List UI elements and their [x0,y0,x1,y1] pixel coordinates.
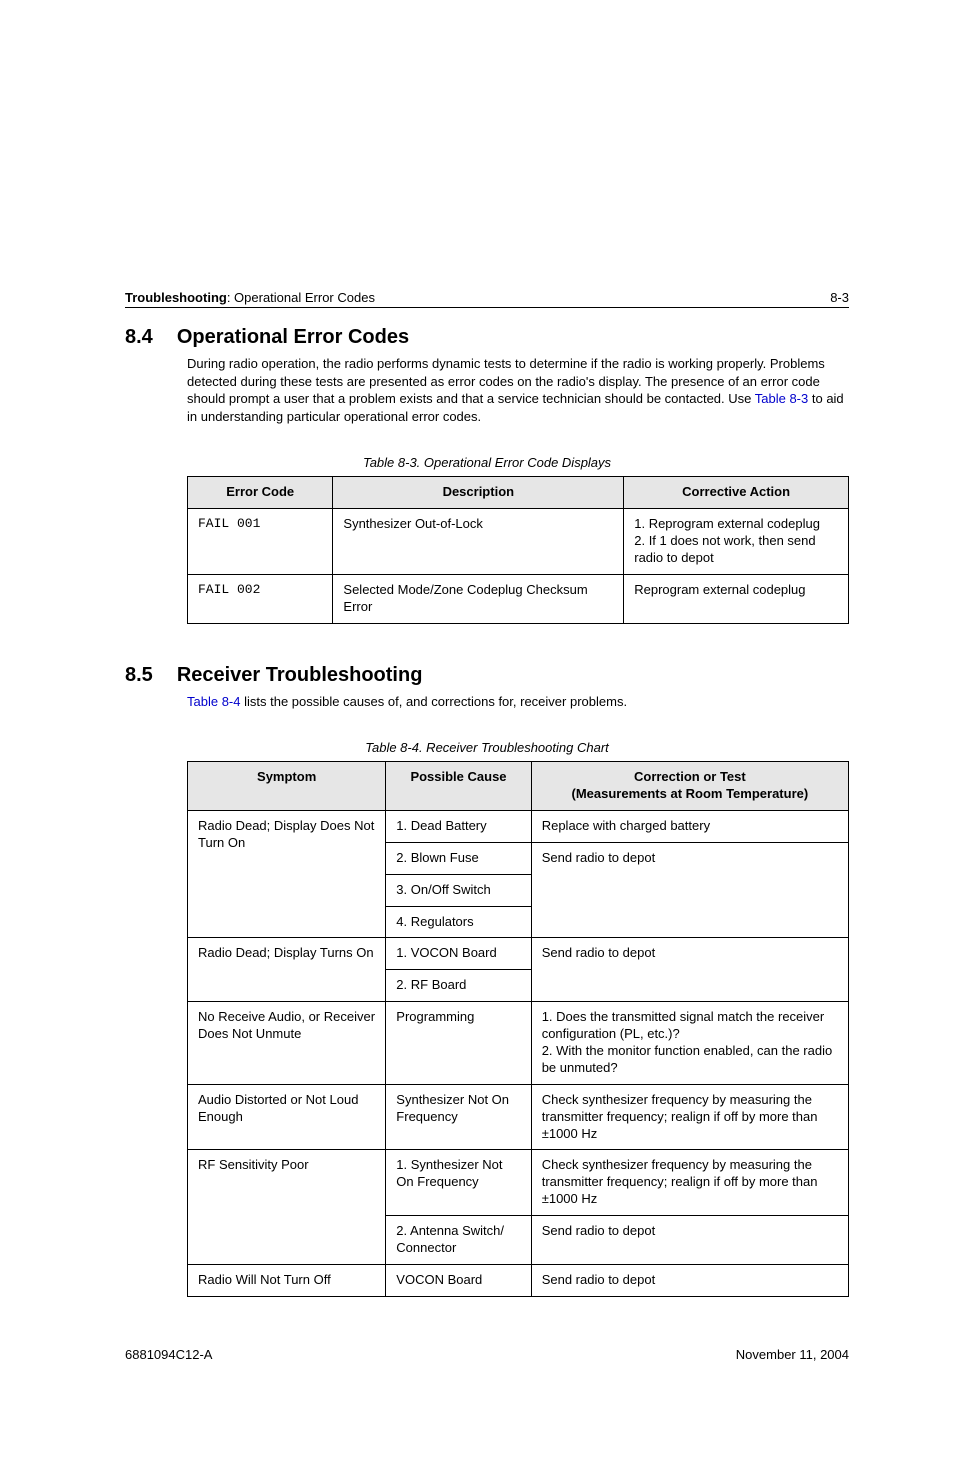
cell-action: Reprogram external codeplug [624,574,849,623]
cell-description: Selected Mode/Zone Codeplug Checksum Err… [333,574,624,623]
header-left-rest: : Operational Error Codes [227,290,375,305]
cell-symptom: Radio Dead; Display Does Not Turn On [188,810,386,938]
cell-symptom: RF Sensitivity Poor [188,1150,386,1264]
section-heading-8-4: 8.4 Operational Error Codes [125,326,849,349]
cell-cause: 4. Regulators [386,906,531,938]
table-8-4: Symptom Possible Cause Correction or Tes… [187,761,849,1297]
th-possible-cause: Possible Cause [386,762,531,811]
cell-action: 1. Reprogram external codeplug 2. If 1 d… [624,509,849,575]
table-row: FAIL 002 Selected Mode/Zone Codeplug Che… [188,574,849,623]
cell-cause: 3. On/Off Switch [386,874,531,906]
para-post: lists the possible causes of, and correc… [240,694,627,709]
page: Troubleshooting: Operational Error Codes… [0,0,954,1422]
table-header-row: Error Code Description Corrective Action [188,477,849,509]
table-row: Radio Dead; Display Does Not Turn On 1. … [188,810,849,842]
cell-cause: Programming [386,1002,531,1085]
running-header: Troubleshooting: Operational Error Codes… [125,290,849,308]
section-8-5: 8.5 Receiver Troubleshooting Table 8-4 l… [125,664,849,1297]
cell-error-code: FAIL 002 [188,574,333,623]
header-left-bold: Troubleshooting [125,290,227,305]
section-heading-8-5: 8.5 Receiver Troubleshooting [125,664,849,687]
cell-correction: Send radio to depot [531,1216,848,1265]
th-description: Description [333,477,624,509]
cell-symptom: Radio Will Not Turn Off [188,1264,386,1296]
cell-correction: 1. Does the transmitted signal match the… [531,1002,848,1085]
para-pre: During radio operation, the radio perfor… [187,356,825,406]
th-corrective-action: Corrective Action [624,477,849,509]
cell-cause: 2. Blown Fuse [386,842,531,874]
cell-cause: 2. RF Board [386,970,531,1002]
th-error-code: Error Code [188,477,333,509]
page-footer: 6881094C12-A November 11, 2004 [125,1347,849,1362]
table-row: FAIL 001 Synthesizer Out-of-Lock 1. Repr… [188,509,849,575]
cell-correction: Send radio to depot [531,842,848,938]
table-8-4-caption: Table 8-4. Receiver Troubleshooting Char… [125,740,849,755]
table-row: Radio Will Not Turn Off VOCON Board Send… [188,1264,849,1296]
section-8-4: 8.4 Operational Error Codes During radio… [125,326,849,624]
cell-correction: Send radio to depot [531,1264,848,1296]
cell-correction: Check synthesizer frequency by measuring… [531,1150,848,1216]
section-title: Receiver Troubleshooting [177,664,423,687]
table-row: Radio Dead; Display Turns On 1. VOCON Bo… [188,938,849,970]
table-row: No Receive Audio, or Receiver Does Not U… [188,1002,849,1085]
table-8-3: Error Code Description Corrective Action… [187,476,849,623]
th-correction-line1: Correction or Test [542,769,838,786]
section-title: Operational Error Codes [177,326,409,349]
cell-symptom: Audio Distorted or Not Loud Enough [188,1084,386,1150]
cell-symptom: No Receive Audio, or Receiver Does Not U… [188,1002,386,1085]
header-page-number: 8-3 [830,290,849,305]
table-row: RF Sensitivity Poor 1. Synthesizer Not O… [188,1150,849,1216]
table-header-row: Symptom Possible Cause Correction or Tes… [188,762,849,811]
cell-cause: 2. Antenna Switch/ Connector [386,1216,531,1265]
header-left: Troubleshooting: Operational Error Codes [125,290,375,305]
cell-cause: 1. VOCON Board [386,938,531,970]
section-8-5-paragraph: Table 8-4 lists the possible causes of, … [187,693,849,711]
cell-correction: Check synthesizer frequency by measuring… [531,1084,848,1150]
cell-cause: VOCON Board [386,1264,531,1296]
section-number: 8.5 [125,664,153,687]
cell-error-code: FAIL 001 [188,509,333,575]
section-number: 8.4 [125,326,153,349]
table-8-4-link[interactable]: Table 8-4 [187,694,240,709]
cell-correction: Replace with charged battery [531,810,848,842]
cell-cause: 1. Synthesizer Not On Frequency [386,1150,531,1216]
cell-correction: Send radio to depot [531,938,848,1002]
section-8-4-paragraph: During radio operation, the radio perfor… [187,355,849,425]
table-8-3-caption: Table 8-3. Operational Error Code Displa… [125,455,849,470]
th-correction-line2: (Measurements at Room Temperature) [542,786,838,803]
cell-cause: Synthesizer Not On Frequency [386,1084,531,1150]
table-8-3-link[interactable]: Table 8-3 [755,391,808,406]
th-symptom: Symptom [188,762,386,811]
cell-description: Synthesizer Out-of-Lock [333,509,624,575]
footer-left: 6881094C12-A [125,1347,212,1362]
cell-symptom: Radio Dead; Display Turns On [188,938,386,1002]
th-correction: Correction or Test (Measurements at Room… [531,762,848,811]
footer-right: November 11, 2004 [736,1347,849,1362]
cell-cause: 1. Dead Battery [386,810,531,842]
table-row: Audio Distorted or Not Loud Enough Synth… [188,1084,849,1150]
